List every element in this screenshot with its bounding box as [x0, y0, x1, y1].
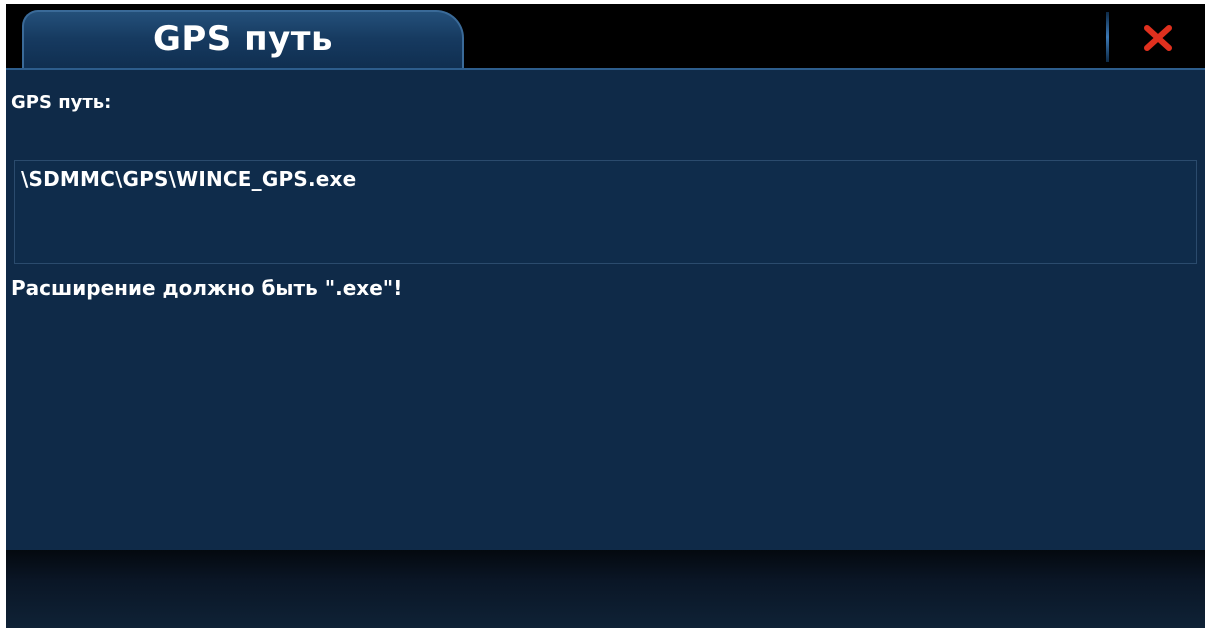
tab-title: GPS путь — [152, 19, 333, 59]
gps-path-value: \SDMMC\GPS\WINCE_GPS.exe — [21, 167, 357, 191]
close-icon — [1144, 25, 1172, 51]
app-window: GPS путь GPS путь: \SDMMC\GPS\WINCE_GPS.… — [6, 4, 1205, 628]
gps-path-label: GPS путь: — [11, 92, 112, 113]
bottom-bar — [6, 550, 1205, 628]
gps-path-field[interactable]: \SDMMC\GPS\WINCE_GPS.exe — [14, 160, 1197, 264]
title-bar: GPS путь — [6, 4, 1205, 72]
tab-gps-path[interactable]: GPS путь — [22, 10, 464, 72]
extension-warning: Расширение должно быть ".exe"! — [11, 276, 403, 300]
content-panel: GPS путь: \SDMMC\GPS\WINCE_GPS.exe Расши… — [6, 68, 1205, 550]
titlebar-divider — [1106, 12, 1109, 62]
close-button[interactable] — [1134, 16, 1182, 60]
